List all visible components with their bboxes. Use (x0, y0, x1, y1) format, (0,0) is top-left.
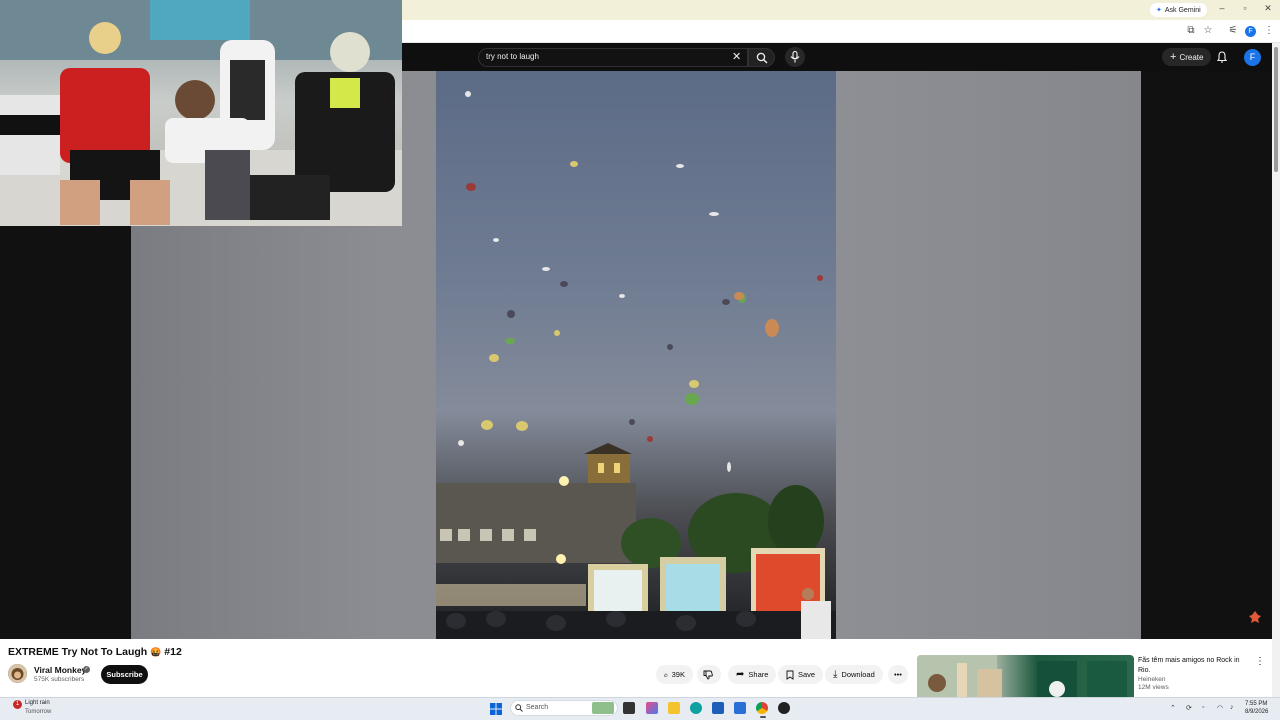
recommendation-thumbnail-image (917, 655, 1127, 697)
recommendation-thumbnail[interactable] (917, 655, 1134, 697)
ask-gemini-button[interactable]: ✦ Ask Gemini (1150, 3, 1207, 17)
voice-search-button[interactable] (785, 47, 805, 67)
microsoft-store-icon[interactable] (712, 702, 724, 714)
thumbs-down-icon (703, 670, 713, 679)
search-query-text: try not to laugh (486, 52, 539, 61)
wifi-icon[interactable]: ◠ (1217, 704, 1223, 712)
browser-profile-avatar[interactable]: F (1245, 26, 1256, 37)
file-explorer-icon[interactable] (668, 702, 680, 714)
clear-search-icon[interactable]: ✕ (732, 50, 741, 63)
channel-watermark-icon[interactable] (1248, 610, 1262, 624)
recommendation-channel[interactable]: Heineken (1138, 676, 1165, 683)
minimize-icon[interactable]: – (1215, 3, 1229, 13)
video-title-emoji: 🤬 (150, 647, 162, 657)
share-icon: ➦ (736, 669, 745, 680)
webcam-overlay (0, 0, 402, 226)
like-count: 39K (671, 670, 685, 679)
tray-mic-icon[interactable]: ◦ (1202, 704, 1204, 711)
tray-sync-icon[interactable]: ⟳ (1186, 704, 1192, 712)
tray-chevron-icon[interactable]: ⌃ (1170, 704, 1176, 712)
weather-day: Tomorrow (25, 709, 52, 715)
create-button[interactable]: + Create (1162, 48, 1212, 66)
browser-menu-icon[interactable]: ⋮ (1262, 25, 1276, 36)
youtube-account-avatar[interactable]: F (1244, 49, 1261, 66)
recommendation-menu-icon[interactable]: ⋮ (1255, 656, 1265, 667)
chrome-icon[interactable] (756, 702, 768, 714)
verified-check-icon: ✓ (83, 666, 90, 673)
more-actions-button[interactable]: ••• (888, 665, 908, 684)
taskbar-time[interactable]: 7:55 PM (1245, 701, 1267, 707)
search-button[interactable] (748, 48, 775, 67)
copilot-icon[interactable] (646, 702, 658, 714)
sparkle-icon: ✦ (1156, 7, 1162, 14)
thumbs-up-icon (664, 672, 668, 677)
taskbar-search-icon (515, 704, 523, 712)
dislike-button[interactable] (697, 665, 721, 684)
mail-icon[interactable] (734, 702, 746, 714)
bookmark-icon (786, 670, 794, 680)
microphone-icon (790, 51, 800, 63)
task-view-icon[interactable] (623, 702, 635, 714)
video-frame[interactable] (436, 71, 836, 639)
weather-badge-icon[interactable]: 1 (13, 700, 22, 709)
recommendation-views: 12M views (1138, 684, 1169, 691)
share-label: Share (748, 670, 769, 679)
windows-start-icon[interactable] (490, 703, 502, 715)
save-label: Save (798, 670, 816, 679)
create-label: Create (1179, 52, 1204, 62)
search-icon (756, 52, 768, 64)
download-button[interactable]: ⤓ Download (825, 665, 883, 684)
video-scene-image (436, 91, 836, 639)
scrollbar-thumb[interactable] (1274, 47, 1278, 172)
save-button[interactable]: Save (778, 665, 824, 684)
more-horizontal-icon: ••• (894, 670, 902, 679)
bookmark-star-icon[interactable]: ☆ (1201, 25, 1215, 36)
taskbar-search-label: Search (526, 704, 549, 711)
maximize-icon[interactable]: ▫ (1238, 3, 1252, 13)
ask-gemini-label: Ask Gemini (1164, 6, 1201, 14)
download-label: Download (841, 670, 875, 679)
windows-taskbar (0, 697, 1280, 720)
extensions-icon[interactable]: ⚟ (1226, 25, 1240, 36)
cast-icon[interactable]: ⧉ (1184, 25, 1198, 36)
download-icon: ⤓ (833, 669, 838, 680)
webcam-scene-image (0, 0, 402, 226)
like-button[interactable]: 39K (656, 665, 693, 684)
video-title-text: EXTREME Try Not To Laugh (8, 646, 148, 658)
channel-name[interactable]: Viral Monkey (34, 665, 86, 675)
edge-browser-icon[interactable] (690, 702, 702, 714)
subscriber-count: 575K subscribers (34, 676, 85, 683)
channel-avatar-image (8, 664, 27, 683)
obs-icon[interactable] (778, 702, 790, 714)
weather-condition[interactable]: Light rain (25, 700, 50, 706)
notifications-bell-icon[interactable] (1216, 51, 1228, 63)
subscribe-button[interactable]: Subscribe (101, 665, 148, 684)
taskbar-date[interactable]: 8/9/2026 (1245, 709, 1268, 715)
recommendation-title[interactable]: Fãs têm mais amigos no Rock in Rio. (1138, 656, 1248, 675)
channel-avatar[interactable] (8, 664, 27, 683)
plus-icon: + (1170, 51, 1177, 63)
video-episode: #12 (164, 646, 182, 658)
volume-icon[interactable]: ♪ (1230, 704, 1234, 711)
search-highlight-icon[interactable] (592, 702, 614, 714)
share-button[interactable]: ➦ Share (728, 665, 777, 684)
video-title: EXTREME Try Not To Laugh 🤬 #12 (8, 646, 182, 658)
active-app-indicator (760, 716, 766, 718)
close-window-icon[interactable]: ✕ (1261, 3, 1275, 14)
